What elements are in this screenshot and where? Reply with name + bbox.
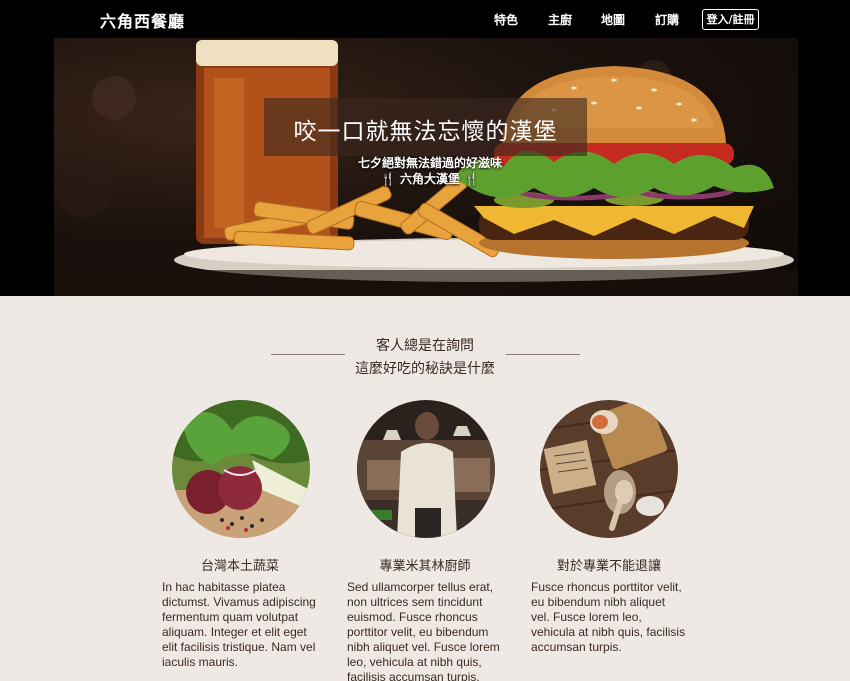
ingredients-image bbox=[540, 400, 678, 538]
nav-item-order[interactable]: 訂購 bbox=[655, 11, 679, 28]
chef-image bbox=[357, 400, 495, 538]
section-heading-line2: 這麼好吃的秘訣是什麼 bbox=[355, 361, 495, 377]
hero-banner: 咬一口就無法忘懷的漢堡 七夕絕對無法錯過的好滋味 🍴 六角大漢堡 🍴 bbox=[0, 38, 850, 296]
hero-subtitle: 七夕絕對無法錯過的好滋味 bbox=[357, 156, 502, 170]
feature-title-chef: 專業米其林廚師 bbox=[379, 559, 471, 574]
vegetables-image bbox=[172, 400, 310, 538]
top-navbar: 六角西餐廳 特色 主廚 地圖 訂購 登入/註冊 bbox=[0, 0, 850, 38]
login-register-button[interactable]: 登入/註冊 bbox=[702, 9, 759, 30]
feature-text-vegetables: In hac habitasse platea dictumst. Vivamu… bbox=[162, 580, 316, 669]
feature-text-professional: Fusce rhoncus porttitor velit, eu bibend… bbox=[531, 580, 686, 654]
feature-title-professional: 對於專業不能退讓 bbox=[556, 559, 661, 574]
feature-card-vegetables: 台灣本土蔬菜 In hac habitasse platea dictumst.… bbox=[162, 400, 318, 670]
section-heading-line1: 客人總是在詢問 bbox=[376, 338, 474, 354]
nav-item-features[interactable]: 特色 bbox=[494, 11, 518, 28]
feature-card-professional: 對於專業不能退讓 Fusce rhoncus porttitor velit, … bbox=[531, 400, 687, 655]
nav-item-map[interactable]: 地圖 bbox=[601, 11, 625, 28]
feature-card-chef: 專業米其林廚師 Sed ullamcorper tellus erat, non… bbox=[347, 400, 503, 681]
feature-title-vegetables: 台灣本土蔬菜 bbox=[200, 559, 279, 574]
hero-title: 咬一口就無法忘懷的漢堡 bbox=[293, 119, 558, 145]
feature-text-chef: Sed ullamcorper tellus erat, non ultrice… bbox=[347, 580, 500, 681]
brand-logo[interactable]: 六角西餐廳 bbox=[100, 8, 185, 32]
nav-item-chef[interactable]: 主廚 bbox=[548, 11, 572, 28]
hero-tagline: 🍴 六角大漢堡 🍴 bbox=[380, 172, 480, 186]
